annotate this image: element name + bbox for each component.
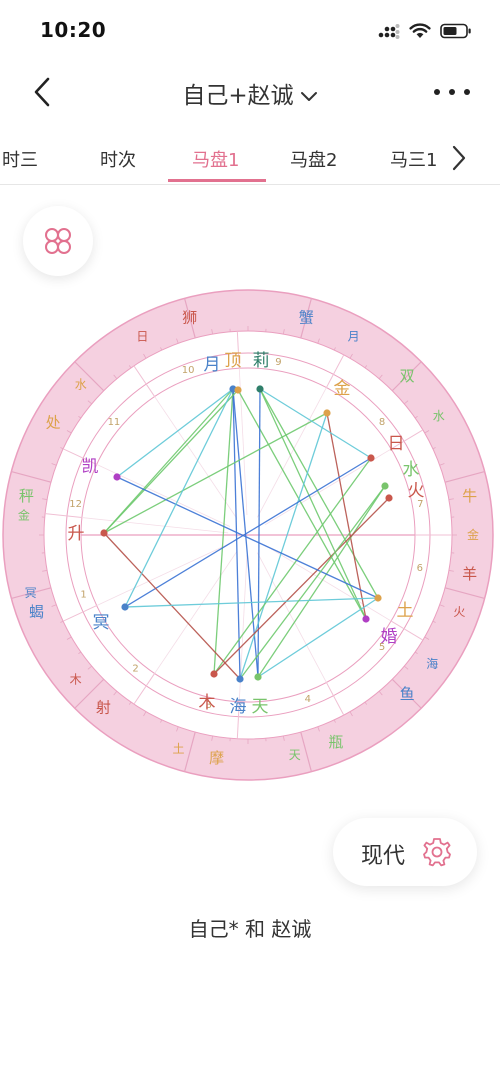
house-number: 1 — [80, 589, 86, 600]
chevron-down-icon — [300, 91, 317, 101]
sign-ruler-label: 冥 — [25, 586, 37, 600]
nav-bar: 自己+赵诚 — [0, 62, 500, 122]
status-bar: 10:20 — [0, 0, 500, 60]
sign-label: 牛 — [462, 487, 477, 505]
house-number: 2 — [132, 664, 138, 675]
tab-mapan1[interactable]: 马盘1 — [192, 146, 239, 172]
more-dot-icon — [434, 89, 440, 95]
synastry-chart: 羊火牛金双水蟹月狮日处水秤金蝎冥射木摩土瓶天鱼海 1 2 3 4 5 6 7 8 9 10 11 12 月… — [0, 287, 500, 787]
more-dot-icon — [464, 89, 470, 95]
chart-selector[interactable]: 自己+赵诚 — [0, 76, 500, 110]
sign-label: 摩 — [209, 749, 224, 767]
sign-ruler-label: 水 — [75, 377, 87, 391]
planet-dot — [100, 529, 108, 537]
sign-ruler-label: 日 — [136, 329, 148, 343]
sign-label: 秤 — [19, 487, 34, 505]
tab-shici[interactable]: 时次 — [100, 146, 136, 172]
sign-label: 蝎 — [29, 603, 44, 621]
house-number: 9 — [275, 357, 281, 368]
sign-label: 双 — [400, 367, 415, 385]
planet-dot — [210, 670, 218, 678]
planet-label: 婚 — [381, 627, 398, 647]
sign-label: 鱼 — [400, 685, 415, 703]
planet-label: 天 — [252, 697, 269, 717]
house-number: 4 — [305, 694, 311, 705]
planet-label: 火 — [408, 481, 425, 501]
planet-dot — [385, 494, 393, 502]
house-number: 8 — [379, 417, 385, 428]
planet-label: 日 — [388, 434, 405, 454]
planet-label: 冥 — [93, 613, 110, 633]
planet-label: 木 — [199, 693, 216, 713]
planet-label: 顶 — [225, 351, 242, 371]
sign-ruler-label: 金 — [18, 507, 30, 522]
house-number: 10 — [182, 365, 195, 376]
sign-ruler-label: 月 — [348, 329, 360, 343]
chart-wheel: 羊火牛金双水蟹月狮日处水秤金蝎冥射木摩土 瓶天鱼海123456789101112月… — [2, 289, 494, 781]
tab-shisan[interactable]: 时三 — [2, 146, 38, 172]
chart-tabs: 时三 时次 马盘1 马盘2 马三1 — [0, 132, 500, 185]
planet-label: 升 — [68, 524, 85, 544]
planet-label: 莉 — [253, 351, 270, 371]
mode-label: 现代 — [361, 844, 406, 869]
sign-label: 瓶 — [328, 733, 343, 751]
tab-masan1[interactable]: 马三1 — [390, 146, 437, 172]
sign-label: 狮 — [182, 309, 197, 327]
wifi-icon — [409, 23, 431, 38]
planet-dot — [113, 473, 121, 481]
planet-label: 月 — [204, 355, 221, 375]
planet-label: 土 — [397, 601, 414, 621]
house-number: 6 — [417, 563, 423, 574]
planet-label: 金 — [334, 379, 351, 399]
sign-label: 射 — [96, 698, 111, 716]
clover-icon — [45, 228, 71, 254]
planet-label: 凯 — [82, 457, 99, 477]
battery-icon — [440, 23, 471, 39]
planet-label: 海 — [230, 697, 247, 717]
sign-ruler-label: 水 — [433, 409, 445, 423]
planet-label: 水 — [403, 460, 420, 480]
sign-label: 羊 — [462, 565, 477, 583]
more-button[interactable] — [434, 80, 470, 104]
chart-caption: 自己* 和 赵诚 — [188, 917, 312, 941]
planet-dot — [323, 409, 331, 417]
planet-dot — [121, 603, 129, 611]
planet-dot — [362, 615, 370, 623]
layout-grid-button[interactable] — [23, 206, 93, 276]
sign-ruler-label: 火 — [453, 605, 465, 619]
gear-icon — [423, 838, 451, 867]
more-dot-icon — [449, 89, 455, 95]
sign-label: 蟹 — [299, 309, 314, 327]
sign-ruler-label: 海 — [426, 656, 438, 671]
planet-dot — [381, 482, 389, 490]
planet-dot — [236, 675, 244, 683]
planet-dot — [374, 594, 382, 602]
sign-ruler-label: 土 — [172, 742, 184, 756]
sign-ruler-label: 天 — [289, 748, 301, 762]
active-tab-indicator — [168, 179, 266, 182]
sign-label: 处 — [46, 414, 61, 432]
house-number: 12 — [69, 499, 82, 510]
sign-ruler-label: 金 — [467, 527, 479, 542]
status-time: 10:20 — [40, 18, 107, 42]
planet-dot — [256, 385, 264, 393]
sign-ruler-label: 木 — [70, 673, 82, 687]
signal-icon — [378, 24, 400, 39]
house-number: 11 — [108, 417, 121, 428]
status-icons — [378, 20, 472, 42]
planet-dot — [367, 454, 375, 462]
mode-settings-button[interactable]: 现代 — [333, 818, 477, 886]
tabs-next-button[interactable] — [448, 142, 470, 174]
tab-mapan2[interactable]: 马盘2 — [290, 146, 337, 172]
page-title: 自己+赵诚 — [182, 83, 294, 109]
planet-dot — [234, 386, 242, 394]
planet-dot — [254, 673, 262, 681]
chevron-right-icon — [452, 145, 466, 171]
